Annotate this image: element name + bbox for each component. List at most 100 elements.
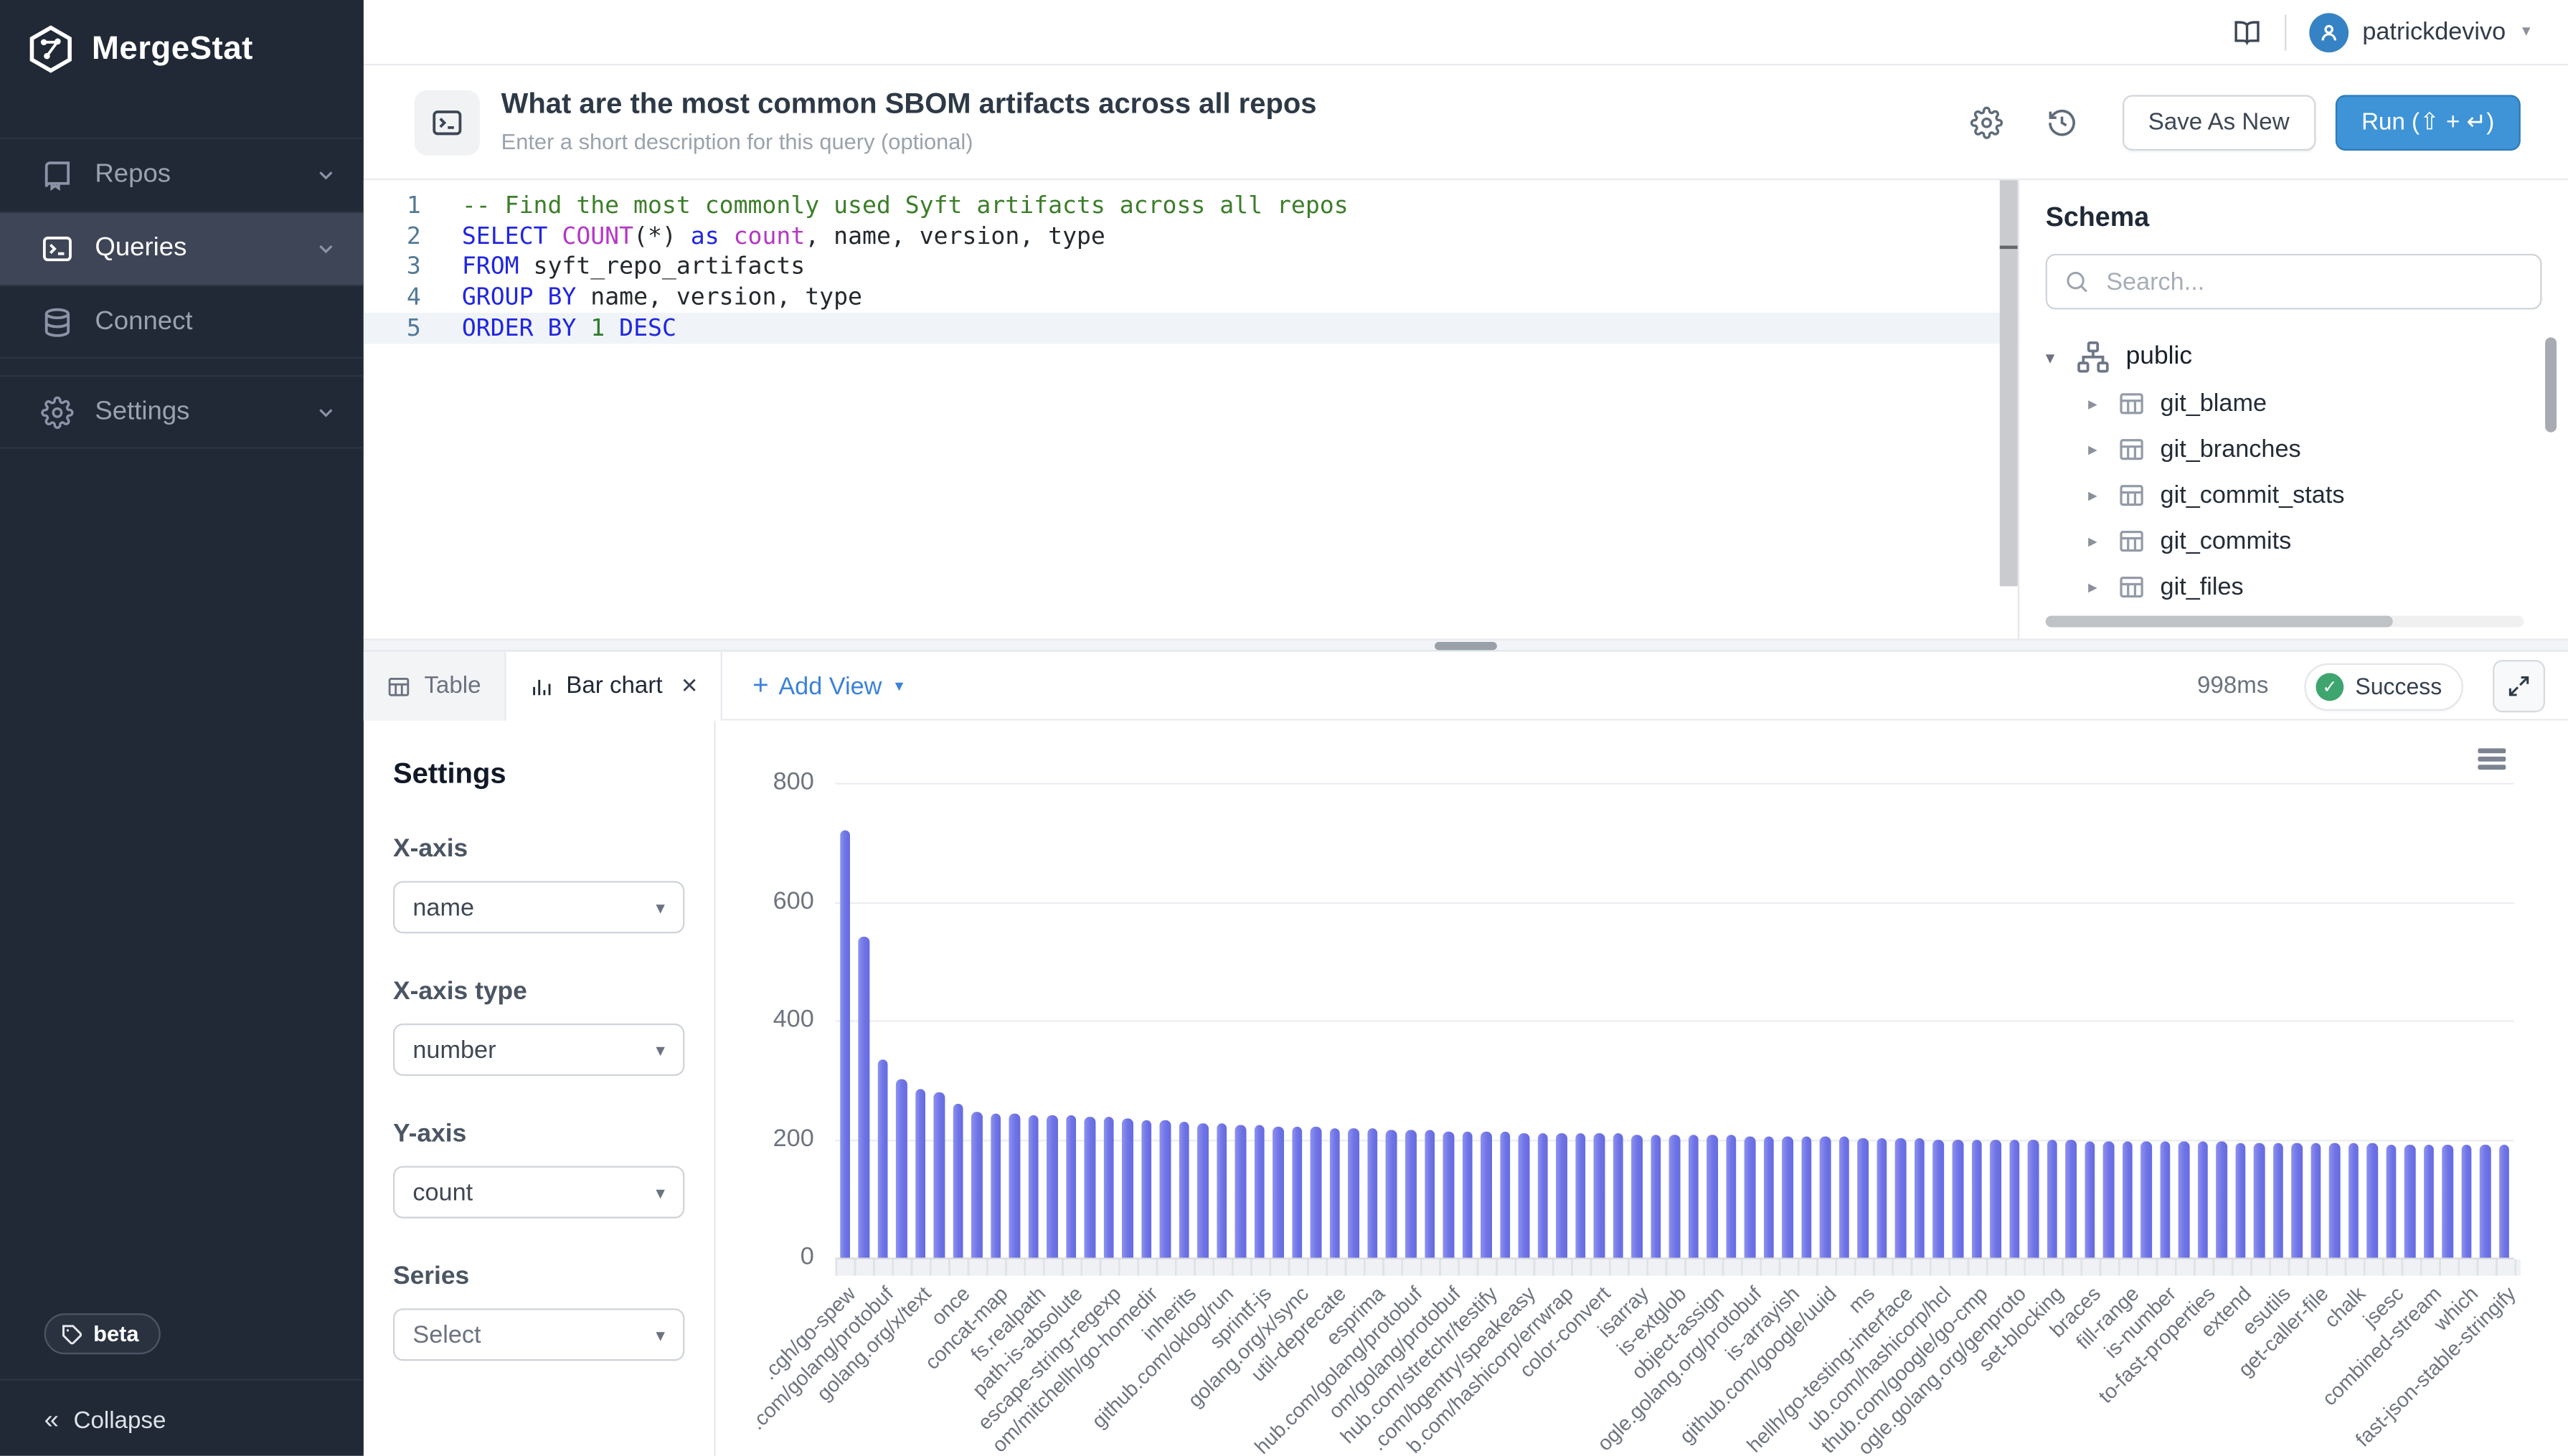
select-y-axis[interactable]: count▾ [393, 1166, 684, 1219]
query-description-input[interactable] [501, 129, 1189, 153]
tab-label: Table [424, 673, 481, 699]
expand-button[interactable] [2493, 660, 2545, 712]
tab-label: Bar chart [566, 673, 662, 699]
editor-scrollbar[interactable] [2000, 180, 2018, 586]
schema-vertical-scrollbar[interactable] [2545, 337, 2557, 432]
sidebar-item-settings[interactable]: Settings [0, 375, 364, 449]
run-button[interactable]: Run (⇧ + ↵) [2336, 94, 2521, 150]
bar [1651, 1134, 1661, 1257]
tab-table[interactable]: Table [364, 652, 506, 721]
query-title[interactable]: What are the most common SBOM artifacts … [501, 87, 1317, 121]
code-line[interactable]: 5ORDER BY 1 DESC [364, 313, 2018, 344]
status-label: Success [2355, 673, 2442, 699]
editor-row: 1-- Find the most commonly used Syft art… [364, 180, 2568, 638]
avatar[interactable] [2310, 12, 2349, 52]
schema-table-git_blame[interactable]: ▸git_blame [2088, 380, 2541, 426]
select-x-axis-type[interactable]: number▾ [393, 1024, 684, 1076]
chevron-down-icon: ▾ [656, 1324, 665, 1346]
query-text-block: What are the most common SBOM artifacts … [501, 87, 1317, 157]
bar [2310, 1143, 2321, 1258]
chevron-down-icon: ▾ [656, 1039, 665, 1061]
tabbar-status-area: 998ms ✓ Success [2197, 652, 2568, 721]
table-icon [2118, 572, 2145, 600]
select-series[interactable]: Select▾ [393, 1308, 684, 1361]
schema-horizontal-scrollbar[interactable] [2046, 615, 2524, 627]
bar [1047, 1115, 1057, 1258]
x-axis-tick-strip [835, 1259, 2520, 1276]
bar [1783, 1137, 1793, 1258]
code-line[interactable]: 2SELECT COUNT(*) as count, name, version… [364, 222, 2018, 252]
docs-book-icon[interactable] [2233, 17, 2262, 47]
schema-table-git_commits[interactable]: ▸git_commits [2088, 517, 2541, 563]
schema-table-label: git_branches [2161, 435, 2301, 463]
collapse-button[interactable]: « Collapse [44, 1409, 166, 1435]
bar [2160, 1141, 2171, 1257]
chevron-down-icon[interactable]: ▾ [2522, 23, 2530, 41]
history-icon[interactable] [2045, 105, 2078, 138]
select-x-axis[interactable]: name▾ [393, 881, 684, 933]
bar [896, 1079, 907, 1258]
code-line[interactable]: 4GROUP BY name, version, type [364, 283, 2018, 313]
sidebar-item-queries[interactable]: Queries [0, 212, 364, 285]
code-text: FROM syft_repo_artifacts [421, 255, 805, 281]
bar [877, 1059, 888, 1257]
schema-root-public[interactable]: ▾ public [2046, 334, 2542, 380]
schema-table-git_files[interactable]: ▸git_files [2088, 563, 2541, 609]
bar [2367, 1144, 2378, 1258]
username[interactable]: patrickdevivo [2362, 18, 2506, 46]
bar [1745, 1136, 1755, 1258]
save-as-new-button[interactable]: Save As New [2122, 94, 2316, 150]
bar [1726, 1135, 1737, 1257]
gear-icon[interactable] [1970, 105, 2003, 138]
view-tabbar: Table Bar chart ✕ + Add View ▾ 998ms ✓ Suc… [364, 652, 2568, 721]
bar [1896, 1138, 1907, 1257]
logo-text: MergeStat [92, 30, 253, 68]
bar [1519, 1133, 1529, 1258]
sidebar-item-connect[interactable]: Connect [0, 285, 364, 359]
bar [858, 937, 869, 1258]
nav-divider [0, 357, 364, 375]
bar [2235, 1143, 2246, 1258]
sql-editor[interactable]: 1-- Find the most commonly used Syft art… [364, 180, 2018, 638]
field-label: Y-axis [393, 1120, 684, 1150]
bar [1028, 1115, 1039, 1257]
schema-table-git_commit_stats[interactable]: ▸git_commit_stats [2088, 472, 2541, 518]
topbar: patrickdevivo ▾ [364, 0, 2568, 65]
chevron-down-icon[interactable]: ▾ [2046, 346, 2075, 368]
bar [1066, 1116, 1077, 1258]
bar [2140, 1141, 2151, 1257]
bar [1405, 1130, 1416, 1258]
app-root: MergeStat ReposQueriesConnectSettings be… [0, 0, 2568, 1456]
schema-search-input[interactable] [2103, 266, 2524, 297]
bar [1764, 1136, 1775, 1258]
code-text: GROUP BY name, version, type [421, 285, 862, 311]
chart-settings-panel: Settings X-axisname▾X-axis typenumber▾Y-… [364, 721, 716, 1456]
schema-table-git_branches[interactable]: ▸git_branches [2088, 426, 2541, 472]
sidebar-item-repos[interactable]: Repos [0, 138, 364, 212]
bar [1198, 1123, 1209, 1258]
logo[interactable]: MergeStat [0, 0, 364, 98]
bar [2462, 1145, 2473, 1257]
bar [1235, 1125, 1246, 1257]
code-line[interactable]: 1-- Find the most commonly used Syft art… [364, 192, 2018, 222]
y-tick-label: 600 [716, 887, 814, 914]
panel-resizer[interactable] [364, 638, 2568, 651]
sidebar-item-label: Settings [95, 397, 189, 427]
code-line[interactable]: 3FROM syft_repo_artifacts [364, 252, 2018, 283]
bar [2065, 1140, 2076, 1258]
schema-tree: ▾ public ▸git_blame▸git_branches▸git_com… [2046, 334, 2542, 610]
query-duration: 998ms [2197, 673, 2268, 699]
bar [1009, 1114, 1020, 1257]
bar [1990, 1140, 2001, 1258]
code-text: -- Find the most commonly used Syft arti… [421, 194, 1349, 220]
tag-icon [60, 1323, 83, 1346]
topbar-separator [2285, 14, 2287, 49]
bar [1669, 1135, 1680, 1257]
bar [2197, 1142, 2208, 1257]
tab-bar-chart[interactable]: Bar chart ✕ [506, 652, 723, 721]
bar [2008, 1140, 2019, 1258]
close-icon[interactable]: ✕ [681, 673, 699, 699]
add-view-button[interactable]: + Add View ▾ [752, 652, 903, 721]
sidebar-item-label: Connect [95, 308, 192, 337]
bar [2480, 1145, 2491, 1257]
